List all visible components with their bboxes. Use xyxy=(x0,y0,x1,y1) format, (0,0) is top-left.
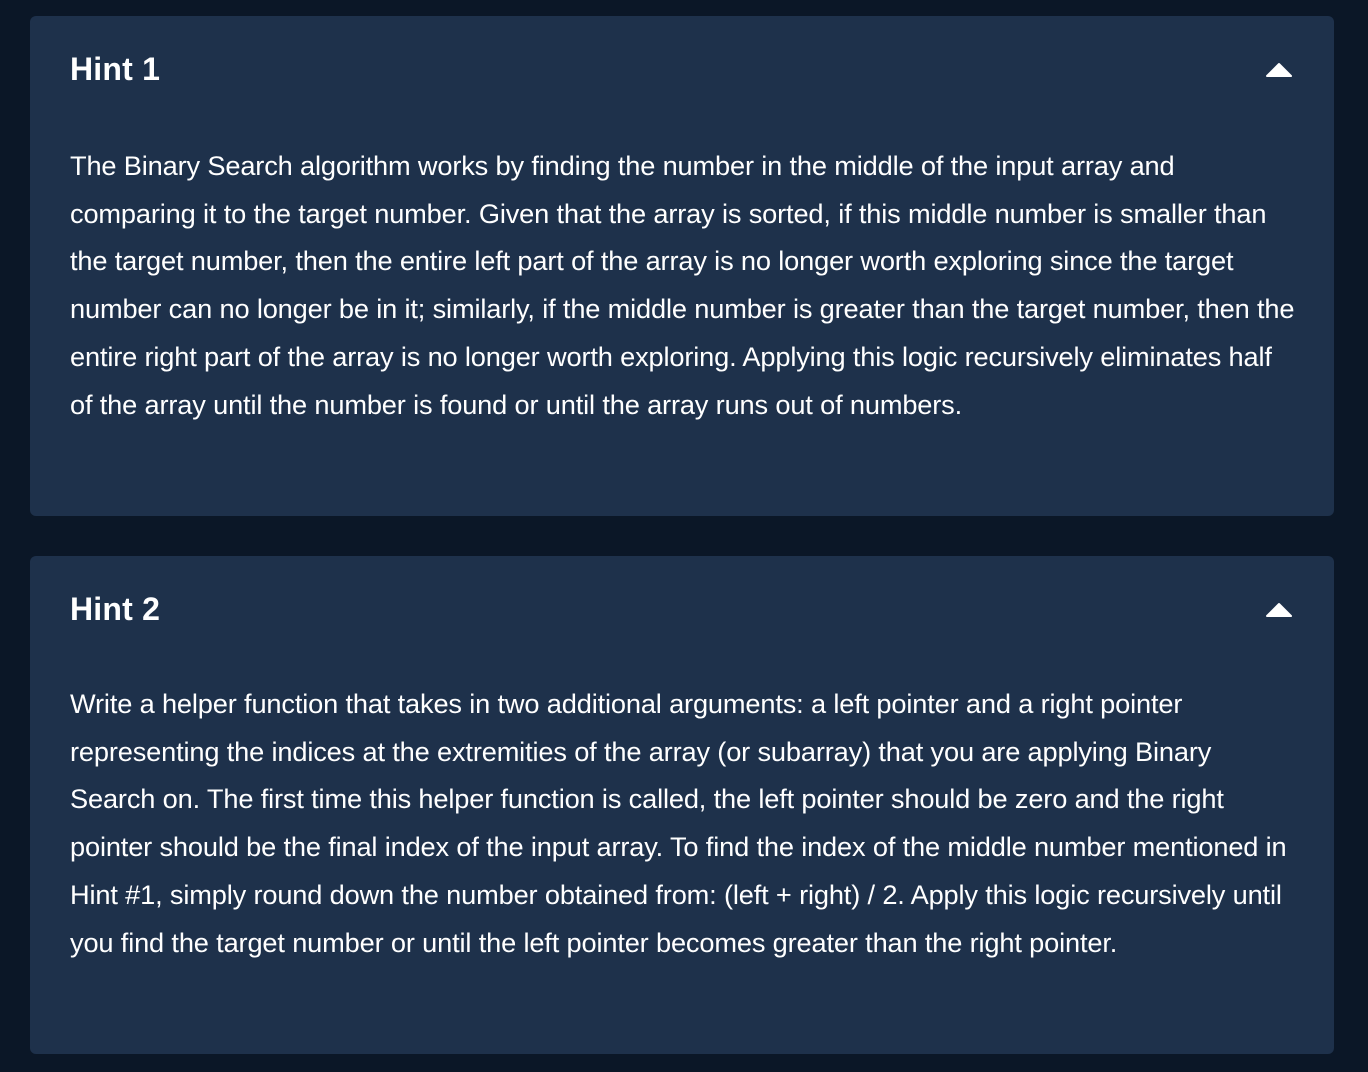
chevron-up-icon[interactable] xyxy=(1264,600,1294,618)
hint-panel-1: Hint 1 The Binary Search algorithm works… xyxy=(30,16,1334,516)
hint-1-header[interactable]: Hint 1 xyxy=(30,16,1334,122)
hint-1-title: Hint 1 xyxy=(70,51,161,87)
hint-panel-2: Hint 2 Write a helper function that take… xyxy=(30,556,1334,1054)
chevron-up-icon[interactable] xyxy=(1264,60,1294,78)
hint-2-title: Hint 2 xyxy=(70,591,161,627)
hint-1-body: The Binary Search algorithm works by fin… xyxy=(70,150,1295,420)
hint-2-header[interactable]: Hint 2 xyxy=(30,556,1334,662)
hint-2-body: Write a helper function that takes in tw… xyxy=(70,688,1287,958)
